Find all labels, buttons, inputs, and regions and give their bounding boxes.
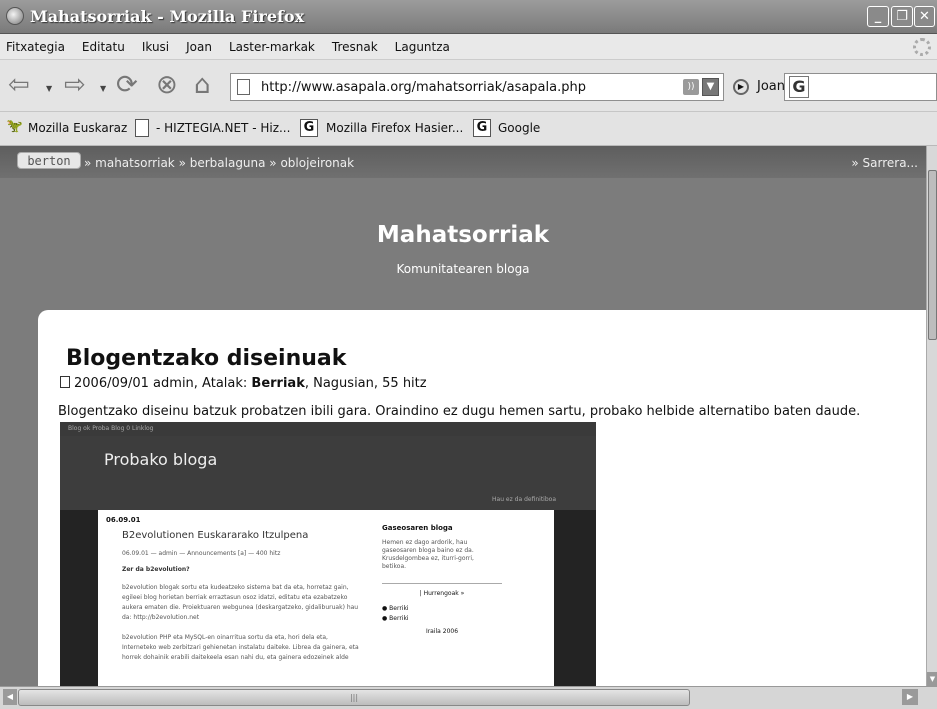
firefox-icon <box>6 7 24 25</box>
google-bookmark-icon: G <box>300 119 318 137</box>
shot-para1-line3: aukera ematen die. Proiektuaren webgunea… <box>122 604 359 611</box>
site-tagline: Komunitatearen bloga <box>396 262 530 276</box>
go-button-label[interactable]: Joan <box>757 79 785 94</box>
shot-para2-line3: horrek dohainik erabili daitekeela esan … <box>122 654 349 661</box>
menu-laster-markak[interactable]: Laster-markak <box>221 34 324 54</box>
menu-bar: Fitxategia Editatu Ikusi Joan Laster-markak T… <box>0 34 937 60</box>
shot-post-title: B2evolutionen Euskararako Itzulpena <box>122 530 309 541</box>
bookmark-google[interactable]: Google <box>498 121 540 135</box>
post-category-link[interactable]: Berriak <box>251 376 304 391</box>
vertical-scroll-thumb[interactable] <box>928 170 937 340</box>
home-icon[interactable]: ⌂ <box>194 70 211 100</box>
back-dropdown-icon[interactable]: ▼ <box>46 84 52 93</box>
forward-dropdown-icon[interactable]: ▼ <box>100 84 106 93</box>
close-button[interactable]: ✕ <box>914 6 935 27</box>
shot-side-box: | Hurrengoak » ● Berriki ● Berriki Irail… <box>382 583 502 635</box>
window-title: Mahatsorriak - Mozilla Firefox <box>30 7 305 26</box>
shot-para1-line4: da: http://b2evolution.net <box>122 614 200 621</box>
page-bookmark-icon <box>135 119 149 137</box>
shot-box-item-2: ● Berriki <box>382 615 409 622</box>
bookmark-firefox-hasiera[interactable]: Mozilla Firefox Hasier... <box>326 121 463 135</box>
horizontal-scrollbar[interactable]: ◀ ||| ▶ <box>0 686 937 709</box>
go-icon[interactable]: ▶ <box>733 79 749 95</box>
menu-ikusi[interactable]: Ikusi <box>134 34 178 54</box>
url-bar[interactable]: http://www.asapala.org/mahatsorriak/asap… <box>230 73 724 101</box>
minimize-button[interactable]: _ <box>867 6 889 27</box>
menu-tresnak[interactable]: Tresnak <box>324 34 387 54</box>
shot-date: 06.09.01 <box>106 516 141 524</box>
scroll-down-arrow-icon[interactable]: ▼ <box>927 672 937 686</box>
shot-header-note: Hau ez da definitiboa <box>492 496 556 503</box>
post-meta-suffix: , Nagusian, 55 hitz <box>304 376 427 391</box>
site-logo[interactable]: berton <box>17 152 81 169</box>
url-text[interactable]: http://www.asapala.org/mahatsorriak/asap… <box>261 80 586 95</box>
horizontal-scroll-thumb[interactable]: ||| <box>18 689 690 706</box>
page-viewport: berton » mahatsorriak » berbalaguna » ob… <box>0 146 926 686</box>
google-search-icon[interactable]: G <box>789 76 809 98</box>
navigation-toolbar: ⇦ ▼ ⇨ ▼ ⟳ ⊗ ⌂ http://www.asapala.org/mah… <box>0 60 937 112</box>
scroll-left-arrow-icon[interactable]: ◀ <box>3 689 17 705</box>
back-arrow-icon[interactable]: ⇦ <box>8 70 30 100</box>
post-text: Blogentzako diseinu batzuk probatzen ibi… <box>58 404 861 419</box>
shot-para1-line2: egileei blog horietan berriak erraztasun… <box>122 594 348 601</box>
vertical-scrollbar[interactable]: ▼ <box>926 146 937 686</box>
mozilla-bookmark-icon: 🦖 <box>6 119 24 134</box>
document-icon <box>60 376 70 388</box>
site-topbar: berton » mahatsorriak » berbalaguna » ob… <box>0 146 926 178</box>
post-meta: 2006/09/01 admin, Atalak: Berriak, Nagus… <box>60 376 427 391</box>
post-title[interactable]: Blogentzako diseinuak <box>66 346 346 371</box>
menu-joan[interactable]: Joan <box>178 34 221 54</box>
bookmark-mozilla-euskaraz[interactable]: Mozilla Euskaraz <box>28 121 127 135</box>
site-title[interactable]: Mahatsorriak <box>0 222 926 248</box>
breadcrumb[interactable]: » mahatsorriak » berbalaguna » oblojeiro… <box>84 156 354 170</box>
shot-page: 06.09.01 B2evolutionen Euskararako Itzul… <box>98 510 554 686</box>
forward-arrow-icon[interactable]: ⇨ <box>64 70 86 100</box>
reload-icon[interactable]: ⟳ <box>116 70 138 100</box>
shot-para1-line1: b2evolution blogak sortu eta kudeatzeko … <box>122 584 349 591</box>
embedded-screenshot: Blog ok Proba Blog 0 Linklog Probako blo… <box>60 422 596 686</box>
scroll-right-arrow-icon[interactable]: ▶ <box>902 689 918 705</box>
shot-box-title: | Hurrengoak » <box>419 590 465 597</box>
shot-post-meta: 06.09.01 — admin — Announcements [a] — 4… <box>122 550 281 557</box>
shot-box-item-1: ● Berriki <box>382 605 409 612</box>
post-meta-prefix: 2006/09/01 admin, Atalak: <box>74 376 248 391</box>
content-area: Blogentzako diseinuak 2006/09/01 admin, … <box>38 310 926 686</box>
window-titlebar: Mahatsorriak - Mozilla Firefox _ ❐ ✕ <box>0 0 937 34</box>
shot-header: Probako bloga Hau ez da definitiboa <box>60 436 596 510</box>
throbber-icon <box>913 38 931 56</box>
stop-icon[interactable]: ⊗ <box>156 70 178 100</box>
menu-fitxategia[interactable]: Fitxategia <box>0 34 74 54</box>
shot-sidebar: Gaseosaren bloga Hemen ez dago ardorik, … <box>382 524 550 635</box>
shot-side-text: Hemen ez dago ardorik, hau gaseosaren bl… <box>382 539 474 570</box>
search-input[interactable]: G <box>784 73 937 101</box>
shot-blog-title: Probako bloga <box>104 450 218 469</box>
menu-laguntza[interactable]: Laguntza <box>387 34 459 54</box>
restore-button[interactable]: ❐ <box>891 6 913 27</box>
rss-icon[interactable]: )) <box>683 79 699 95</box>
url-dropdown-icon[interactable]: ▼ <box>702 78 719 96</box>
google-bookmark-icon-2: G <box>473 119 491 137</box>
shot-side-heading: Gaseosaren bloga <box>382 524 453 532</box>
bookmark-hiztegia[interactable]: - HIZTEGIA.NET - Hiz... <box>156 121 290 135</box>
shot-heading: Zer da b2evolution? <box>122 566 190 573</box>
shot-para2-line1: b2evolution PHP eta MySQL-en oinarritua … <box>122 634 328 641</box>
page-icon <box>237 79 250 95</box>
shot-para2-line2: Interneteko web zerbitzari gehienetan in… <box>122 644 359 651</box>
bookmarks-toolbar: 🦖 Mozilla Euskaraz - HIZTEGIA.NET - Hiz.… <box>0 112 937 146</box>
menu-editatu[interactable]: Editatu <box>74 34 134 54</box>
shot-top-links: Blog ok Proba Blog 0 Linklog <box>60 422 596 436</box>
shot-box-month: Iraila 2006 <box>425 628 459 635</box>
sarrera-link[interactable]: » Sarrera... <box>851 156 918 170</box>
